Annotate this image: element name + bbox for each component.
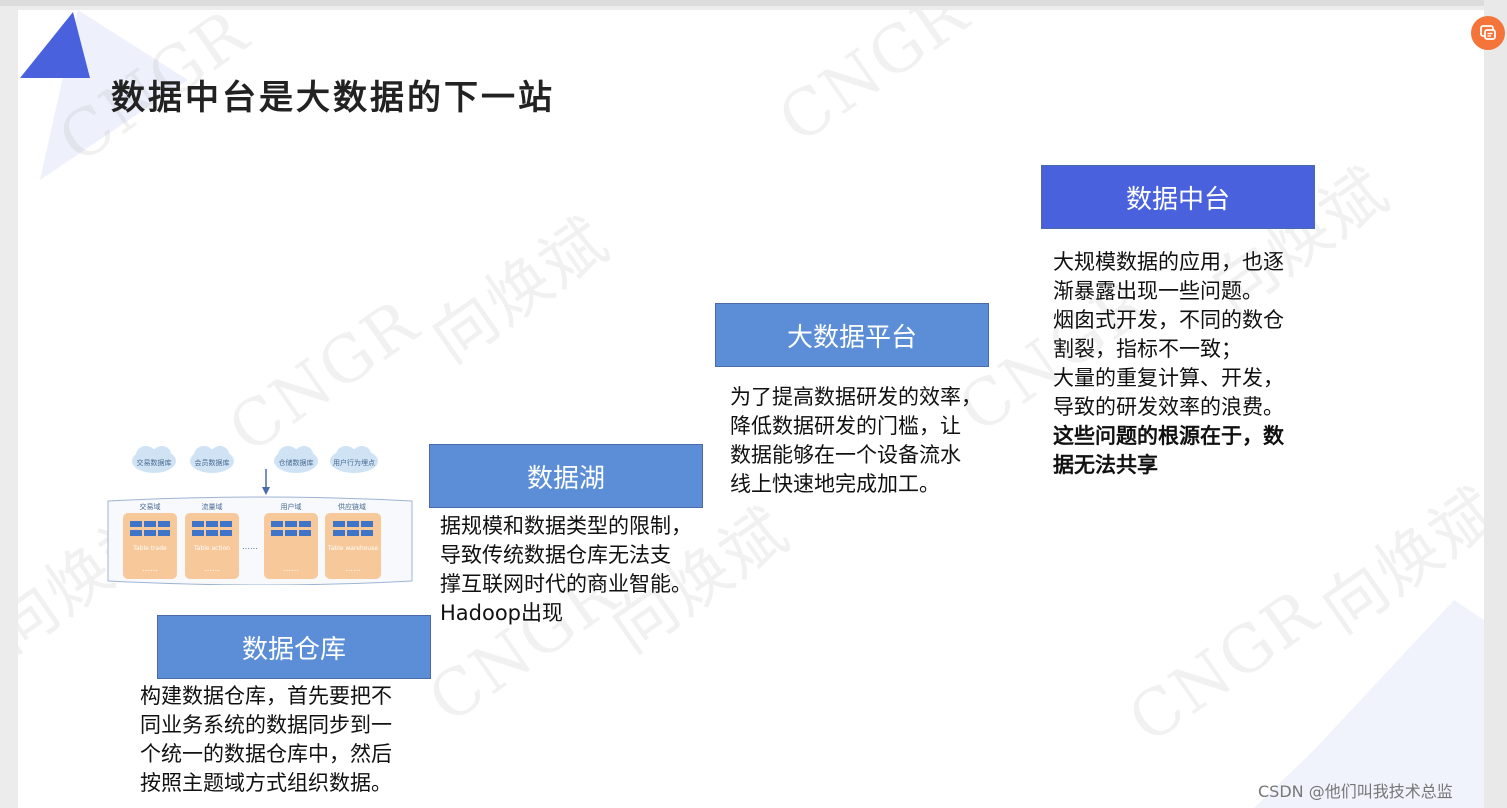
feedback-button[interactable] <box>1471 16 1505 50</box>
domain-label: 交易域 <box>140 502 161 511</box>
stage-text-middle: 大规模数据的应用，也逐 渐暴露出现一些问题。 烟囱式开发，不同的数仓 割裂，指标… <box>1053 248 1284 480</box>
text-line: 大规模数据的应用，也逐 <box>1053 250 1284 274</box>
stage-header-platform: 大数据平台 <box>715 303 989 367</box>
cloud-label: 用户行为埋点 <box>333 458 375 467</box>
stage-header-middle: 数据中台 <box>1041 165 1315 229</box>
text-line: 为了提高数据研发的效率， <box>730 385 982 409</box>
stage-title: 数据湖 <box>526 463 605 494</box>
domain-label: 用户域 <box>281 502 302 511</box>
watermark-author: 向焕斌 <box>418 203 623 379</box>
stage-title: 数据中台 <box>1125 184 1230 215</box>
domain-label: 流量域 <box>202 502 223 511</box>
watermark-brand: CNGR <box>215 285 433 469</box>
cloud-label: 会员数据库 <box>195 458 230 467</box>
text-line: 降低数据研发的门槛，让 <box>730 414 961 438</box>
table-label: Table trade <box>132 545 167 552</box>
stage-text-warehouse: 构建数据仓库，首先要把不 同业务系统的数据同步到一 个统一的数据仓库中，然后 按… <box>140 682 392 798</box>
text-line: 导致传统数据仓库无法支 <box>440 543 671 567</box>
stage-header-warehouse: 数据仓库 <box>157 615 431 679</box>
text-line: 烟囱式开发，不同的数仓 <box>1053 308 1284 332</box>
feedback-icon <box>1480 25 1496 40</box>
stage-text-lake: 据规模和数据类型的限制， 导致传统数据仓库无法支 撑互联网时代的商业智能。 Ha… <box>440 512 692 628</box>
table-label: Table action <box>193 545 230 552</box>
ellipsis: …… <box>345 564 361 573</box>
corner-decoration-bottom <box>1254 600 1484 808</box>
slide: CNGR CNGR CNGR CNGR CNGR CNGR 向焕斌 向焕斌 向焕… <box>18 10 1484 808</box>
text-line: 线上快速地完成加工。 <box>730 472 940 496</box>
table-label: Table warehouse <box>327 545 378 552</box>
ellipsis: …… <box>142 564 158 573</box>
text-line: 按照主题域方式组织数据。 <box>140 771 392 795</box>
top-rule <box>0 0 1507 6</box>
csdn-watermark: CSDN @他们叫我技术总监 <box>1258 782 1453 801</box>
stage-title: 数据仓库 <box>241 634 346 665</box>
ellipsis: …… <box>242 542 258 551</box>
text-line: 割裂，指标不一致； <box>1053 337 1242 361</box>
warehouse-diagram: 交易数据库 会员数据库 仓储数据库 用户行为埋点 交易域 流量域 用户域 供应链… <box>107 446 413 585</box>
text-line-bold: 据无法共享 <box>1053 453 1158 477</box>
text-line: 导致的研发效率的浪费。 <box>1053 395 1284 419</box>
text-line: 构建数据仓库，首先要把不 <box>140 684 392 708</box>
stage-title: 大数据平台 <box>786 322 917 353</box>
text-line: 大量的重复计算、开发， <box>1053 366 1284 390</box>
stage-text-platform: 为了提高数据研发的效率， 降低数据研发的门槛，让 数据能够在一个设备流水 线上快… <box>730 383 982 499</box>
text-line: 渐暴露出现一些问题。 <box>1053 279 1263 303</box>
text-line: 据规模和数据类型的限制， <box>440 514 692 538</box>
text-line: Hadoop出现 <box>440 601 564 625</box>
domain-label: 供应链域 <box>338 502 366 511</box>
cloud-label: 仓储数据库 <box>279 458 314 467</box>
right-scroll-strip <box>1484 0 1507 808</box>
ellipsis: …… <box>283 564 299 573</box>
text-line: 同业务系统的数据同步到一 <box>140 713 392 737</box>
text-line: 撑互联网时代的商业智能。 <box>440 572 692 596</box>
cloud-label: 交易数据库 <box>137 458 172 467</box>
sync-arrow-icon <box>262 469 270 495</box>
text-line-bold: 这些问题的根源在于，数 <box>1053 424 1284 448</box>
ellipsis: …… <box>204 564 220 573</box>
watermark-brand: CNGR <box>765 10 983 159</box>
text-line: 个统一的数据仓库中，然后 <box>140 742 392 766</box>
slide-title: 数据中台是大数据的下一站 <box>111 78 555 118</box>
text-line: 数据能够在一个设备流水 <box>730 443 961 467</box>
stage-header-lake: 数据湖 <box>429 444 703 508</box>
